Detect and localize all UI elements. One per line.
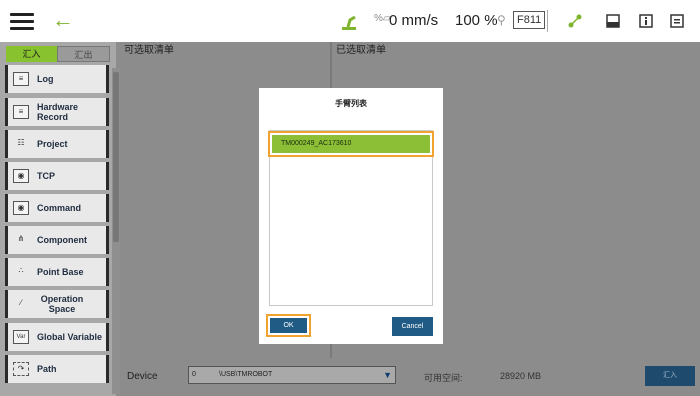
tab-import[interactable]: 汇入 [6,46,57,62]
sidebar-item-log[interactable]: ≡ Log [5,65,109,93]
sidebar-item-path[interactable]: ↷ Path [5,355,109,383]
command-icon: ◉ [13,201,29,215]
display-icon[interactable] [605,13,621,29]
sidebar-item-tcp[interactable]: ◉ TCP [5,162,109,190]
sidebar-item-label: Operation Space [40,294,84,314]
menu-icon[interactable] [10,13,34,31]
selected-list-header: 已选取清单 [336,45,386,56]
device-select[interactable]: 0 \USB\TMROBOT ▼ [188,366,396,384]
global-variable-icon: Var [13,330,29,344]
component-icon: ⋔ [17,234,25,243]
sidebar-item-label: Hardware Record [37,102,79,122]
tab-export[interactable]: 汇出 [57,46,110,62]
point-base-icon: ∴ [18,266,24,275]
cancel-button[interactable]: Cancel [392,317,433,336]
top-bar: ← %▱ 0 mm/s 100 % ⚲ F811 [0,0,700,42]
dropdown-arrow-icon: ▼ [383,370,392,380]
robot-list: TM000249_AC173610 [268,130,434,306]
sidebar-item-label: Point Base [37,267,84,277]
sidebar-item-global-variable[interactable]: Var Global Variable [5,323,109,351]
info-icon[interactable] [638,13,654,29]
device-path: \USB\TMROBOT [219,371,273,378]
project-icon: ☷ [17,138,25,147]
toolbar-divider [547,10,548,32]
import-button[interactable]: 汇入 [645,366,695,386]
sidebar-item-label: Command [37,203,82,213]
sidebar-item-point-base[interactable]: ∴ Point Base [5,258,109,286]
device-number: 0 [192,371,196,378]
ok-button-highlight: OK [266,314,311,337]
key-code-badge: F811 [513,11,546,29]
ok-button[interactable]: OK [270,318,307,333]
key-icon: ⚲ [497,13,506,27]
speed-value: 0 mm/s [389,12,439,29]
sidebar-scrollbar[interactable] [112,68,120,394]
sidebar-item-command[interactable]: ◉ Command [5,194,109,222]
robot-arm-icon [342,15,356,30]
sidebar-item-label: Global Variable [37,332,103,342]
available-space-value: 28920 MB [500,371,542,381]
sidebar-item-label: Path [37,364,57,374]
back-arrow-icon[interactable]: ← [52,9,74,31]
operation-space-icon: ∕ [20,298,22,307]
dialog-title: 手臂列表 [335,99,367,108]
hardware-record-icon: ≡ [13,105,29,119]
sidebar-item-component[interactable]: ⋔ Component [5,226,109,254]
sidebar-item-operation-space[interactable]: ∕ Operation Space [5,290,109,318]
device-label: Device [127,371,158,382]
path-icon: ↷ [13,362,29,376]
tcp-icon: ◉ [13,169,29,183]
list-item[interactable]: TM000249_AC173610 [272,135,430,153]
list-item-highlight: TM000249_AC173610 [268,131,434,157]
log-icon: ≡ [13,72,29,86]
sidebar-item-label: Project [37,139,68,149]
sidebar-item-label: Log [37,74,54,84]
sidebar-item-label: Component [37,235,87,245]
sidebar: 汇入 汇出 ≡ Log ≡ Hardware Record ☷ Project … [0,42,120,396]
import-export-tabs: 汇入 汇出 [6,46,110,62]
selectable-list-header: 可选取清单 [124,45,174,56]
sidebar-item-project[interactable]: ☷ Project [5,130,109,158]
robot-list-dialog: 手臂列表 TM000249_AC173610 OK Cancel [259,88,443,344]
sidebar-item-hardware-record[interactable]: ≡ Hardware Record [5,98,109,126]
network-icon[interactable] [567,13,583,29]
scroll-thumb[interactable] [113,72,119,242]
speed-percent: 100 % [455,12,498,29]
log-panel-icon[interactable] [669,13,685,29]
available-space-label: 可用空间: [424,373,463,383]
sidebar-item-label: TCP [37,171,55,181]
